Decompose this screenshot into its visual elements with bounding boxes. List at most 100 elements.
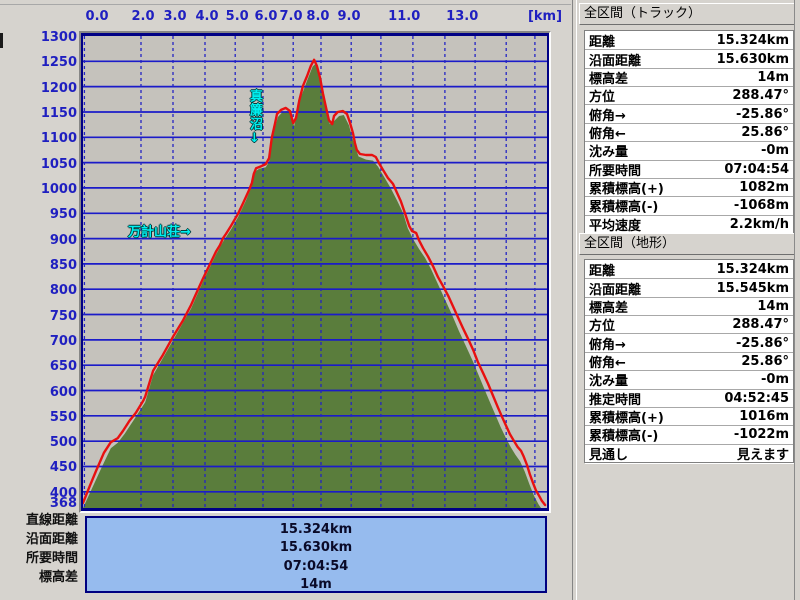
stat-value: 見えます xyxy=(737,444,789,463)
elevation-tick-label: 1250 xyxy=(0,56,77,70)
stat-row: 沿面距離15.630km xyxy=(585,49,793,67)
summary-value: 07:04:54 xyxy=(87,558,545,576)
stat-value: 288.47° xyxy=(732,88,789,103)
stat-row: 累積標高(-) -1022m xyxy=(585,425,793,443)
stat-label: 距離 xyxy=(589,260,615,279)
stat-label: 沈み量 xyxy=(589,370,628,389)
panel-right-border xyxy=(794,0,795,600)
stat-label: 俯角← xyxy=(589,123,626,142)
distance-tick-label: 0.0 xyxy=(86,9,109,24)
summary-label: 所要時間 xyxy=(0,551,78,566)
stat-value: 14m xyxy=(757,299,789,314)
stat-label: 標高差 xyxy=(589,68,628,87)
elevation-tick-label: 600 xyxy=(0,386,77,400)
distance-tick-label: 2.0 xyxy=(131,9,154,24)
elevation-tick-label: 950 xyxy=(0,208,77,222)
annotation-mamisu-numa: 真簾沼↓ xyxy=(247,89,261,147)
stat-value: 288.47° xyxy=(732,317,789,332)
elevation-tick-label: 500 xyxy=(0,436,77,450)
elevation-tick-label: 900 xyxy=(0,234,77,248)
elevation-tick-label: 800 xyxy=(0,284,77,298)
stat-row: 俯角← 25.86° xyxy=(585,352,793,370)
distance-tick-label: 8.0 xyxy=(306,9,329,24)
stat-value: 15.630km xyxy=(717,52,789,67)
stat-label: 推定時間 xyxy=(589,389,641,408)
elevation-profile-chart xyxy=(83,36,547,508)
distance-axis: 0.02.03.04.05.06.07.08.09.011.013.0[km] xyxy=(85,0,549,28)
stat-label: 標高差 xyxy=(589,297,628,316)
distance-tick-label: 9.0 xyxy=(338,9,361,24)
stat-value: -25.86° xyxy=(736,336,789,351)
stat-row: 見通し 見えます xyxy=(585,444,793,462)
stat-value: -1022m xyxy=(734,427,789,442)
stat-label: 累積標高(-) xyxy=(589,196,658,215)
elevation-tick-label: 1000 xyxy=(0,183,77,197)
summary-value: 15.324km xyxy=(87,521,545,539)
elevation-tick-label: 700 xyxy=(0,335,77,349)
stat-value: 15.324km xyxy=(717,262,789,277)
plot-area[interactable]: 真簾沼↓ 万計山荘→ xyxy=(83,36,547,508)
stat-row: 標高差 14m xyxy=(585,297,793,315)
stat-row: 累積標高(-) -1068m xyxy=(585,196,793,214)
elevation-tick-label: 1100 xyxy=(0,132,77,146)
annotation-bankei-sanso: 万計山荘→ xyxy=(128,221,191,240)
stat-value: -25.86° xyxy=(736,107,789,122)
stat-value: 25.86° xyxy=(741,354,789,369)
stat-row: 方位 288.47° xyxy=(585,86,793,104)
distance-tick-label: 7.0 xyxy=(280,9,303,24)
stat-label: 方位 xyxy=(589,86,615,105)
stat-value: -0m xyxy=(761,372,789,387)
stat-row: 俯角→-25.86° xyxy=(585,104,793,122)
stat-value: 1082m xyxy=(739,180,789,195)
stat-label: 俯角← xyxy=(589,352,626,371)
summary-box: 15.324km15.630km07:04:5414m xyxy=(85,516,547,593)
stat-row: 俯角←25.86° xyxy=(585,123,793,141)
stat-row: 累積標高(+) 1082m xyxy=(585,178,793,196)
distance-tick-label: 4.0 xyxy=(196,9,219,24)
stat-label: 累積標高(-) xyxy=(589,425,658,444)
stat-label: 俯角→ xyxy=(589,334,626,353)
stat-row: 方位 288.47° xyxy=(585,315,793,333)
stat-label: 見通し xyxy=(589,444,628,463)
stat-value: -0m xyxy=(761,143,789,158)
summary-label: 直線距離 xyxy=(0,513,78,528)
stat-label: 累積標高(+) xyxy=(589,178,664,197)
stats-table-track: 距離15.324km沿面距離15.630km標高差14m方位288.47°俯角→… xyxy=(584,30,794,234)
plot-inner-frame: 真簾沼↓ 万計山荘→ xyxy=(81,33,549,511)
stat-value: 14m xyxy=(757,70,789,85)
stat-value: 15.324km xyxy=(717,33,789,48)
stats-table-terrain: 距離15.324km沿面距離15.545km標高差14m方位288.47°俯角→… xyxy=(584,259,794,463)
plot-frame: 真簾沼↓ 万計山荘→ xyxy=(79,31,551,513)
elevation-graph-region: 0.02.03.04.05.06.07.08.09.011.013.0[km] … xyxy=(0,0,572,600)
stat-row: 俯角→ -25.86° xyxy=(585,333,793,351)
summary-label: 沿面距離 xyxy=(0,532,78,547)
stat-label: 沈み量 xyxy=(589,141,628,160)
stat-row: 距離 15.324km xyxy=(585,260,793,278)
stat-label: 沿面距離 xyxy=(589,279,641,298)
stat-label: 方位 xyxy=(589,315,615,334)
stat-value: 07:04:54 xyxy=(724,162,789,177)
stat-row: 所要時間07:04:54 xyxy=(585,160,793,178)
distance-axis-unit: [km] xyxy=(528,9,562,24)
stat-row: 沈み量 -0m xyxy=(585,370,793,388)
stat-value: 1016m xyxy=(739,409,789,424)
distance-tick-label: 11.0 xyxy=(388,9,420,24)
elevation-tick-label: 850 xyxy=(0,259,77,273)
stat-value: -1068m xyxy=(734,198,789,213)
stat-row: 標高差 14m xyxy=(585,68,793,86)
elevation-tick-label: 1300 xyxy=(0,31,77,45)
stat-row: 平均速度2.2km/h xyxy=(585,215,793,233)
distance-tick-label: 5.0 xyxy=(226,9,249,24)
summary-value: 14m xyxy=(87,576,545,594)
elevation-axis: 1300125012001150110010501000950900850800… xyxy=(0,0,78,560)
distance-tick-label: 13.0 xyxy=(446,9,478,24)
stat-row: 累積標高(+)1016m xyxy=(585,407,793,425)
stats-header-terrain: 全区間（地形） xyxy=(579,233,795,255)
stat-row: 沈み量 -0m xyxy=(585,141,793,159)
stats-region: 全区間（トラック） 距離15.324km沿面距離15.630km標高差14m方位… xyxy=(577,0,800,600)
summary-label: 標高差 xyxy=(0,570,78,585)
elevation-tick-label: 650 xyxy=(0,360,77,374)
stat-row: 推定時間04:52:45 xyxy=(585,389,793,407)
stat-value: 15.545km xyxy=(717,281,789,296)
distance-tick-label: 6.0 xyxy=(254,9,277,24)
